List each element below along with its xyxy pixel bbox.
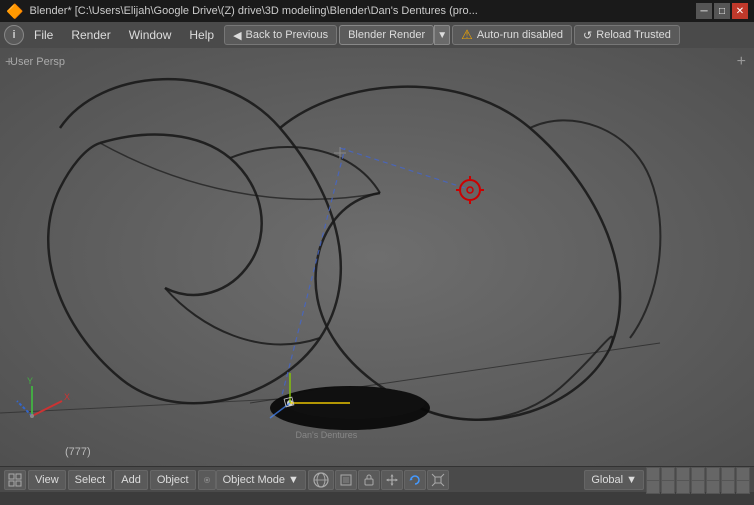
grid-icon-14[interactable] xyxy=(736,480,750,494)
object-mode-icon xyxy=(198,470,216,490)
mode-selector-group: Object Mode ▼ xyxy=(198,470,306,490)
grid-icon-12[interactable] xyxy=(706,480,720,494)
grid-icon-1[interactable] xyxy=(646,467,660,481)
object-menu[interactable]: Object xyxy=(150,470,196,490)
move-icon[interactable] xyxy=(381,470,403,490)
warning-icon: ⚠ xyxy=(461,27,473,43)
render-engine-dropdown[interactable]: ▼ xyxy=(434,25,450,45)
viewport[interactable]: User Persp + + xyxy=(0,48,754,466)
grid-icon-5[interactable] xyxy=(706,467,720,481)
title-bar-controls: ─ □ ✕ xyxy=(696,3,748,19)
reload-icon: ↺ xyxy=(583,29,592,42)
blender-icon: 🔶 xyxy=(6,3,23,20)
grid-icon-3[interactable] xyxy=(676,467,690,481)
help-menu[interactable]: Help xyxy=(181,26,222,44)
reload-trusted-button[interactable]: ↺ Reload Trusted xyxy=(574,25,680,45)
scene-canvas: Dan's Dentures xyxy=(0,48,754,466)
menu-bar: i File Render Window Help ◀ Back to Prev… xyxy=(0,22,754,48)
grid-icon-8[interactable] xyxy=(646,480,660,494)
axes-widget: X Y xyxy=(12,376,72,436)
viewport-plus-corner[interactable]: + xyxy=(737,53,746,71)
viewport-label: User Persp xyxy=(10,56,65,68)
bottom-bar: View Select Add Object Object Mode ▼ xyxy=(0,466,754,492)
grid-icon-4[interactable] xyxy=(691,467,705,481)
render-engine-group: Blender Render ▼ xyxy=(339,25,450,45)
lock-icon[interactable] xyxy=(358,470,380,490)
window-menu[interactable]: Window xyxy=(121,26,180,44)
viewport-overlay-icons xyxy=(646,467,750,492)
back-icon: ◀ xyxy=(233,29,241,42)
select-menu[interactable]: Select xyxy=(68,470,113,490)
grid-icon-9[interactable] xyxy=(661,480,675,494)
viewport-plus-corner-left[interactable]: + xyxy=(5,53,13,69)
info-icon[interactable]: i xyxy=(4,25,24,45)
frame-counter: (777) xyxy=(65,446,91,458)
grid-icon-13[interactable] xyxy=(721,480,735,494)
file-menu[interactable]: File xyxy=(26,26,61,44)
global-frame-icon[interactable] xyxy=(308,470,334,490)
object-mode-button[interactable]: Object Mode ▼ xyxy=(216,470,306,490)
render-menu[interactable]: Render xyxy=(63,26,118,44)
grid-icon-11[interactable] xyxy=(691,480,705,494)
dropdown-arrow: ▼ xyxy=(626,474,637,486)
back-to-previous-button[interactable]: ◀ Back to Previous xyxy=(224,25,337,45)
grid-icon-2[interactable] xyxy=(661,467,675,481)
render-engine-button[interactable]: Blender Render xyxy=(339,25,434,45)
render-region-icon[interactable] xyxy=(335,470,357,490)
global-selector-group: Global ▼ xyxy=(584,470,644,490)
view-menu[interactable]: View xyxy=(28,470,66,490)
minimize-button[interactable]: ─ xyxy=(696,3,712,19)
svg-text:Dan's Dentures: Dan's Dentures xyxy=(278,430,358,440)
global-button[interactable]: Global ▼ xyxy=(584,470,644,490)
scale-icon[interactable] xyxy=(427,470,449,490)
grid-icon-7[interactable] xyxy=(736,467,750,481)
title-bar-text: Blender* [C:\Users\Elijah\Google Drive\(… xyxy=(29,5,690,17)
grid-icon-6[interactable] xyxy=(721,467,735,481)
title-bar: 🔶 Blender* [C:\Users\Elijah\Google Drive… xyxy=(0,0,754,22)
dropdown-arrow: ▼ xyxy=(288,474,299,486)
close-button[interactable]: ✕ xyxy=(732,3,748,19)
maximize-button[interactable]: □ xyxy=(714,3,730,19)
grid-icon-10[interactable] xyxy=(676,480,690,494)
autorun-warning: ⚠ Auto-run disabled xyxy=(452,25,572,45)
svg-text:X: X xyxy=(64,392,70,402)
rotate-icon[interactable] xyxy=(404,470,426,490)
add-menu[interactable]: Add xyxy=(114,470,148,490)
svg-text:Y: Y xyxy=(27,376,33,386)
viewport-shading-group xyxy=(308,470,449,490)
viewport-options-icon[interactable] xyxy=(4,470,26,490)
